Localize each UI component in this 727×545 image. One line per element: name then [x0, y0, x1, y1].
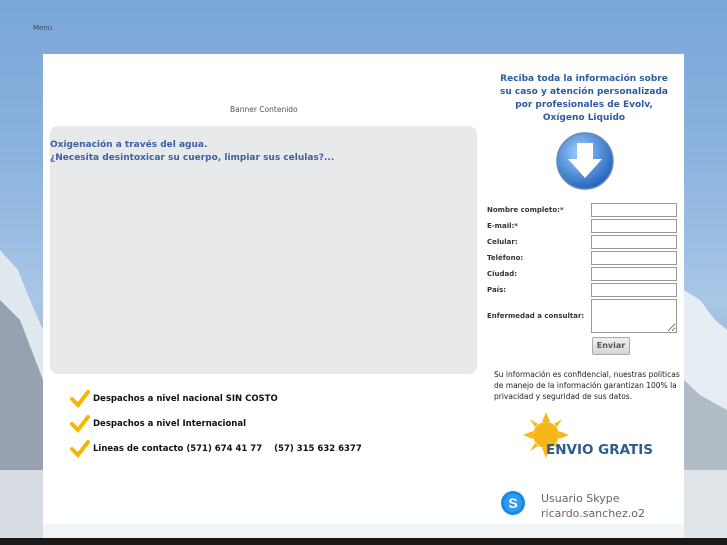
feature-text-extra: (57) 315 632 6377: [274, 443, 362, 454]
city-field[interactable]: [591, 267, 677, 281]
phone-label: Teléfono:: [487, 254, 524, 262]
name-field[interactable]: [591, 203, 677, 217]
form-row: Celular:: [487, 235, 681, 251]
banner-placeholder: Banner Contenido: [230, 105, 298, 114]
email-field[interactable]: [591, 219, 677, 233]
feature-item: Despachos a nivel Internacional: [70, 411, 362, 436]
skype-title: Usuario Skype: [541, 492, 620, 505]
down-arrow-icon: [556, 132, 614, 190]
check-icon: [70, 414, 90, 433]
mobile-field[interactable]: [591, 235, 677, 249]
content-line: Oxigenación a través del agua.: [50, 140, 208, 150]
feature-text: Despachos a nivel Internacional: [93, 418, 246, 429]
email-label: E-mail:*: [487, 222, 518, 230]
form-row: Enfermedad a consultar:: [487, 299, 681, 335]
skype-user: Usuario Skype ricardo.sanchez.o2: [541, 491, 645, 521]
form-row: Teléfono:: [487, 251, 681, 267]
skype-username[interactable]: ricardo.sanchez.o2: [541, 506, 645, 521]
form-row: E-mail:*: [487, 219, 681, 235]
phone-field[interactable]: [591, 251, 677, 265]
feature-item: Despachos a nivel nacional SIN COSTO: [70, 386, 362, 411]
feature-list: Despachos a nivel nacional SIN COSTO Des…: [70, 386, 362, 461]
country-field[interactable]: [591, 283, 677, 297]
bottom-bar: [0, 538, 727, 545]
country-label: País:: [487, 286, 507, 294]
city-label: Ciudad:: [487, 270, 518, 278]
content-line: ¿Necesita desintoxicar su cuerpo, limpia…: [50, 153, 335, 163]
check-icon: [70, 389, 90, 408]
feature-text: Lineas de contacto (571) 674 41 77: [93, 443, 263, 454]
feature-item: Lineas de contacto (571) 674 41 77 (57) …: [70, 436, 362, 461]
skype-icon[interactable]: S: [500, 490, 526, 516]
contact-form: Nombre completo:* E-mail:* Celular: Telé…: [487, 203, 681, 355]
condition-textarea[interactable]: [591, 299, 677, 333]
free-shipping-badge: ENVIO GRATIS: [523, 412, 653, 474]
condition-label: Enfermedad a consultar:: [487, 312, 585, 320]
free-shipping-label: ENVIO GRATIS: [546, 442, 653, 458]
form-row: Nombre completo:*: [487, 203, 681, 219]
check-icon: [70, 439, 90, 458]
svg-text:S: S: [508, 495, 517, 511]
mobile-label: Celular:: [487, 238, 518, 246]
menu-link[interactable]: Menu: [33, 24, 52, 32]
content-box: Oxigenación a través del agua. ¿Necesita…: [50, 126, 477, 374]
form-row: Ciudad:: [487, 267, 681, 283]
main-panel: Banner Contenido Oxigenación a través de…: [43, 54, 684, 524]
feature-text: Despachos a nivel nacional SIN COSTO: [93, 393, 278, 404]
privacy-text: Su información es confidencial, nuestras…: [494, 370, 680, 401]
form-row: País:: [487, 283, 681, 299]
promo-text: Reciba toda la información sobre su caso…: [499, 74, 668, 123]
name-label: Nombre completo:*: [487, 206, 564, 214]
submit-button[interactable]: Enviar: [592, 337, 630, 355]
